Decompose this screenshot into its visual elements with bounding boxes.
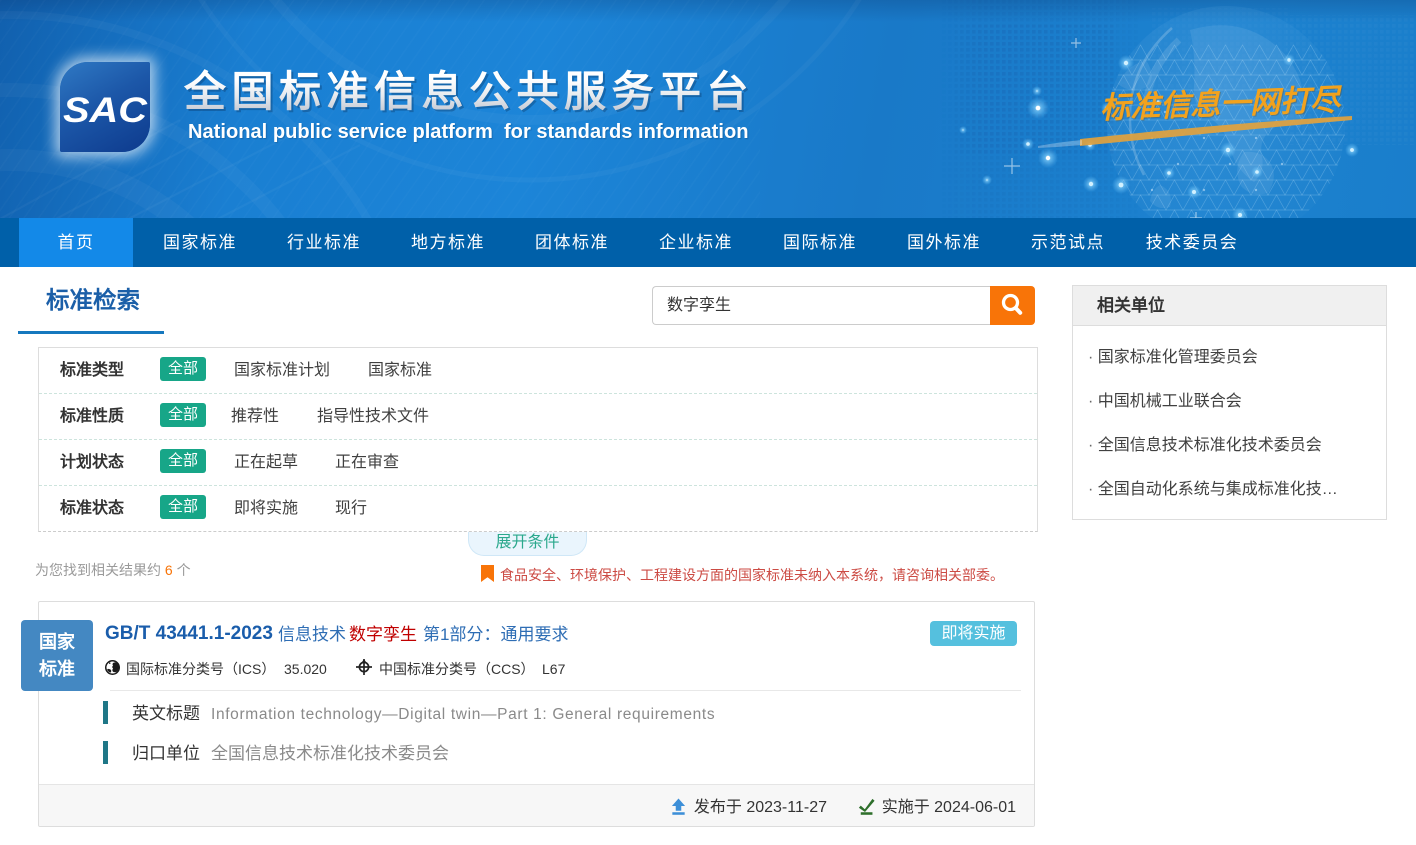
svg-text:SAC: SAC [63,91,148,130]
